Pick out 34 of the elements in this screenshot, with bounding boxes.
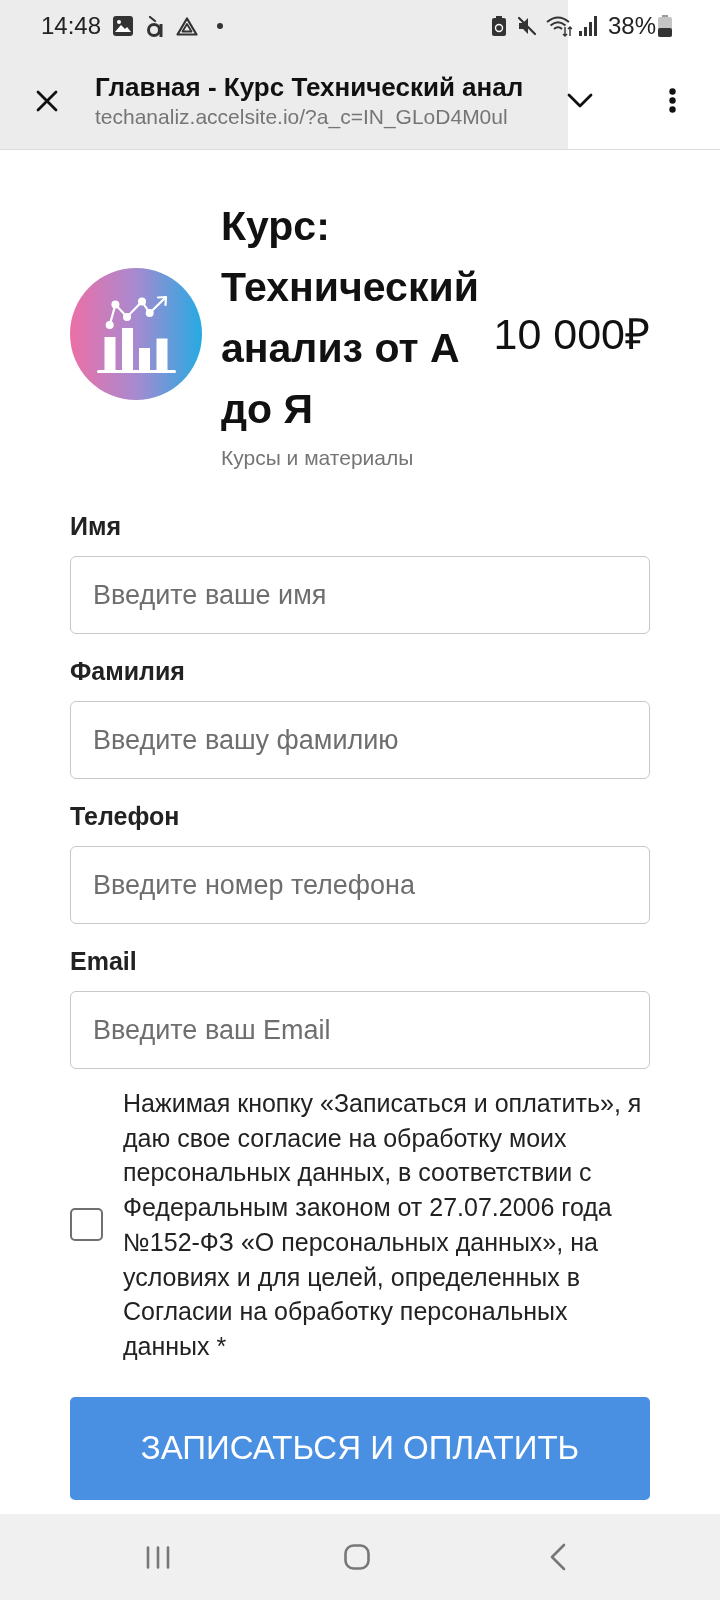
app-logo-icon [146,15,165,37]
chart-logo-icon [70,267,202,400]
chevron-down-icon[interactable] [567,93,593,108]
field-label: Email [70,946,138,976]
input-field[interactable]: Введите ваш Email [70,991,650,1069]
course-category: Курсы и материалы [221,445,415,471]
field-label: Имя [70,511,123,541]
gallery-icon [113,16,134,36]
battery-percent: 38% [607,14,656,38]
course-title: Курс: Технический анализ от А до Я [221,202,480,434]
close-icon[interactable] [36,89,58,112]
dot-icon [217,23,224,29]
triangle-icon [176,16,199,36]
field-label: Телефон [70,801,181,831]
mute-icon [516,16,537,36]
course-price: 10 000₽ [493,308,650,359]
recent-apps-icon[interactable] [146,1545,170,1569]
submit-button[interactable]: ЗАПИСАТЬСЯ И ОПЛАТИТЬ [70,1396,650,1500]
battery-icon [658,15,672,37]
consent-checkbox[interactable] [70,1208,103,1242]
status-time: 14:48 [41,14,102,38]
battery-saver-icon [491,16,506,36]
page-title: Главная - Курс Технический анал [95,70,525,103]
wifi-icon [545,15,573,37]
input-field[interactable]: Введите ваше имя [70,556,650,634]
input-field[interactable]: Введите номер телефона [70,846,650,924]
input-field[interactable]: Введите вашу фамилию [70,701,650,779]
home-icon[interactable] [344,1544,370,1570]
back-icon[interactable] [550,1543,566,1571]
field-label: Фамилия [70,656,186,686]
page-url: techanaliz.accelsite.io/?a_c=IN_GLoD4M0ul [95,103,509,131]
signal-icon [578,16,598,36]
consent-text: Нажимая кнопку «Записаться и оплатить», я даю свое согласие на обработку моих персональных данных, в соответствии с Федеральным законом от 27.07.2006 года №152-ФЗ «О персональных данных», на условиях и для целей, определенных в Согласии на обработку персональных данных * [123,1088,643,1362]
more-options-icon[interactable] [669,88,676,113]
